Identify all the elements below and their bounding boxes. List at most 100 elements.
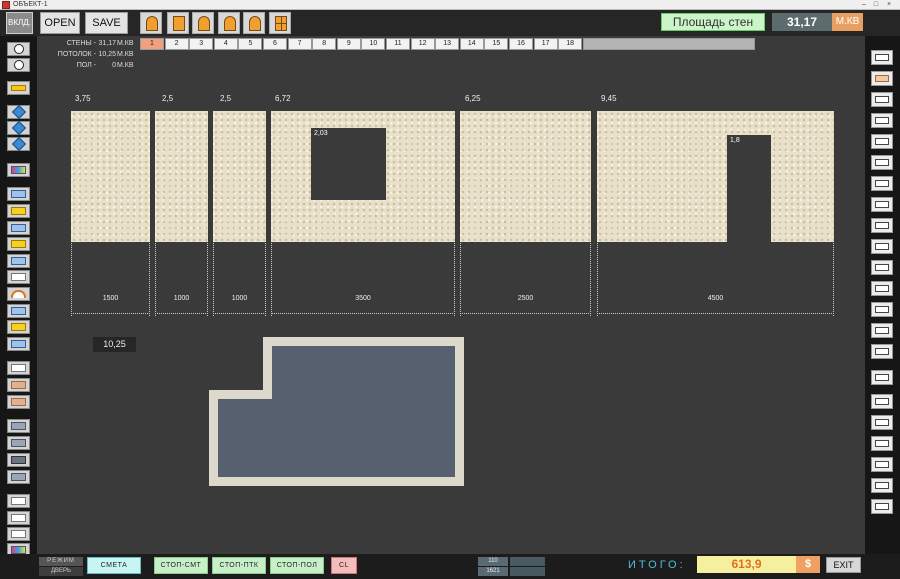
wall-blank-button[interactable] [7,270,30,284]
move-up-button[interactable] [7,104,30,120]
move-sideways-button[interactable] [7,120,30,136]
shape-diag-button[interactable] [871,344,893,359]
shape-u-button[interactable] [871,218,893,233]
window-grid-button[interactable] [269,12,291,34]
shape-house-button[interactable] [871,370,893,385]
stop-ceiling-button[interactable]: СТОП-ПТК [212,557,266,574]
dimension-wall-3-label: 1000 [231,295,248,302]
shape-c2-button[interactable] [871,281,893,296]
tab-room-5[interactable]: 5 [238,38,263,50]
wall-4[interactable]: 2,03 [271,111,455,242]
move-down-button[interactable] [7,136,30,152]
tab-room-12[interactable]: 12 [410,38,435,50]
zoom-out-button[interactable] [7,58,30,72]
zoom-in-button[interactable] [7,42,30,56]
stop-estimate-button[interactable]: СТОП-СМТ [154,557,208,574]
floor-plain-button[interactable] [7,470,30,484]
tab-room-13[interactable]: 13 [435,38,460,50]
wall-3[interactable] [213,111,266,242]
door-square-button[interactable] [167,12,189,34]
tab-room-15[interactable]: 15 [484,38,509,50]
shape-plain-6-button[interactable] [871,499,893,514]
tab-room-10[interactable]: 10 [361,38,386,50]
shape-u2-button[interactable] [871,239,893,254]
top-toolbar: ВКЛД. OPEN SAVE Площадь стен 31,17 М.КВ [0,10,900,36]
wall-blue-button[interactable] [7,221,30,235]
shape-notch-button[interactable] [871,113,893,128]
shape-z-button[interactable] [871,197,893,212]
open-button[interactable]: OPEN [40,12,80,34]
tab-room-8[interactable]: 8 [312,38,337,50]
door-arch-button[interactable] [140,12,162,34]
floor-dark-button[interactable] [7,453,30,467]
table-button[interactable] [7,494,30,508]
maximize-icon[interactable]: □ [870,0,882,9]
shape-l-button[interactable] [871,92,893,107]
shape-trap-button[interactable] [871,323,893,338]
shape-l-tan-icon [875,75,889,82]
shape-rect-button[interactable] [871,50,893,65]
exit-button[interactable]: EXIT [826,557,861,573]
shape-plain-4-button[interactable] [871,457,893,472]
layers-button[interactable] [7,511,30,525]
tab-room-2[interactable]: 2 [164,38,189,50]
close-icon[interactable]: × [883,0,895,9]
tab-room-3[interactable]: 3 [189,38,214,50]
shape-t-button[interactable] [871,134,893,149]
floor-grid-button[interactable] [7,419,30,433]
tab-room-16[interactable]: 16 [509,38,533,50]
shape-cross-button[interactable] [871,155,893,170]
shape-step-button[interactable] [871,176,893,191]
tab-room-11[interactable]: 11 [386,38,410,50]
estimate-button[interactable]: СМЕТА [87,557,141,574]
door-square-icon [173,16,185,31]
shape-plain-5-button[interactable] [871,478,893,493]
wall-1[interactable] [71,111,150,242]
column-blue-button[interactable] [7,337,30,351]
tab-room-18[interactable]: 18 [558,38,583,50]
palette-button[interactable] [7,163,30,177]
minimize-icon[interactable]: – [858,0,870,9]
column-button[interactable] [7,304,30,318]
ceiling-step-button[interactable] [7,395,30,409]
insert-button[interactable]: ВКЛД. [6,12,33,34]
shape-h-button[interactable] [871,302,893,317]
tab-room-17[interactable]: 17 [533,38,558,50]
print-button[interactable] [7,527,30,541]
stop-floor-button[interactable]: СТОП-ПОЛ [270,557,324,574]
shape-l-tan-button[interactable] [871,71,893,86]
wall-layout-button[interactable] [7,187,30,201]
window-opening[interactable]: 2,03 [311,128,386,200]
arch-button[interactable] [7,287,30,301]
column-yellow-button[interactable] [7,320,30,334]
wall-tile-button[interactable] [7,254,30,268]
ceiling-white-button[interactable] [7,361,30,375]
door-opening[interactable]: 1,8 [727,135,771,242]
tab-room-9[interactable]: 9 [336,38,361,50]
shape-plain-3-button[interactable] [871,436,893,451]
door-mode-label[interactable]: ДВЕРЬ [39,567,83,576]
floor-gray-button[interactable] [7,436,30,450]
tab-room-1[interactable]: 1 [140,38,164,50]
wall-panel-button[interactable] [7,204,30,218]
tab-room-4[interactable]: 4 [213,38,238,50]
tab-room-7[interactable]: 7 [287,38,312,50]
tab-room-6[interactable]: 6 [263,38,287,50]
wall-4-area: 6,72 [275,94,291,103]
door-arch-2-button[interactable] [192,12,214,34]
door-arch-3-button[interactable] [218,12,240,34]
clear-button[interactable]: CL [331,557,357,574]
wall-yellow-button[interactable] [7,237,30,251]
tab-room-14[interactable]: 14 [459,38,484,50]
shape-plain-1-button[interactable] [871,394,893,409]
shape-plain-2-button[interactable] [871,415,893,430]
minus-plus-button[interactable] [7,81,30,95]
shape-c-button[interactable] [871,260,893,275]
door-arch-4-button[interactable] [243,12,265,34]
ceiling-tan-button[interactable] [7,378,30,392]
wall-2[interactable] [155,111,208,242]
wall-6[interactable]: 1,8 [597,111,834,242]
floor-plan[interactable] [209,337,465,487]
wall-5[interactable] [460,111,591,242]
save-button[interactable]: SAVE [85,12,128,34]
